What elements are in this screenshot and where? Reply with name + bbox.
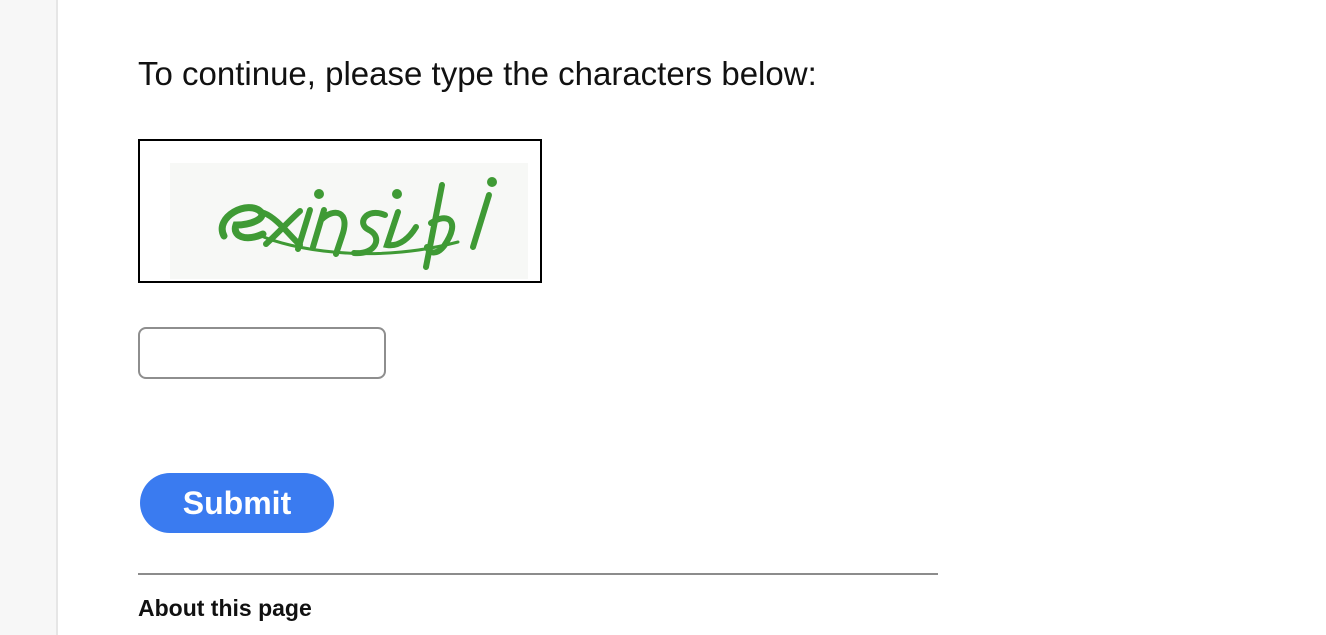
captcha-answer-input[interactable] — [138, 327, 386, 379]
captcha-graphic — [170, 163, 528, 279]
footer-divider — [138, 573, 938, 575]
main-content: To continue, please type the characters … — [138, 0, 938, 635]
left-rail — [0, 0, 58, 635]
page: To continue, please type the characters … — [0, 0, 1326, 635]
captcha-prompt: To continue, please type the characters … — [138, 55, 817, 92]
captcha-image — [138, 139, 542, 283]
submit-button[interactable]: Submit — [140, 473, 334, 533]
about-this-page-heading: About this page — [138, 595, 312, 621]
